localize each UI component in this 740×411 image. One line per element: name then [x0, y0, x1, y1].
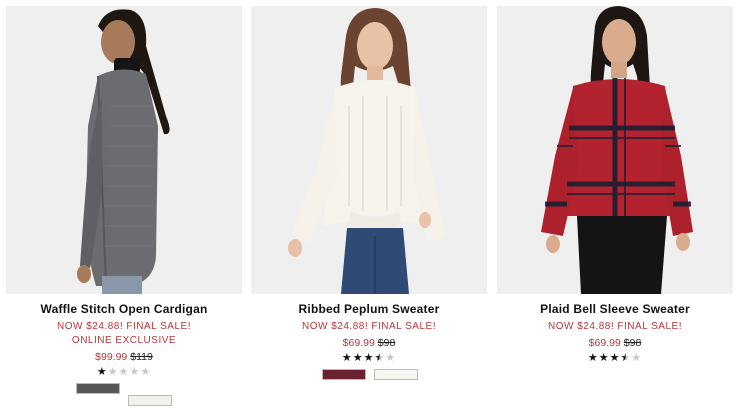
star-rating[interactable]: ★★★★★ — [497, 351, 733, 365]
color-swatch-ivory[interactable] — [128, 395, 172, 406]
star-filled-icon: ★ — [598, 352, 610, 364]
product-card[interactable]: Plaid Bell Sleeve Sweater NOW $24.88! FI… — [497, 6, 733, 365]
star-rating[interactable]: ★★★★★ — [6, 365, 242, 379]
star-empty-icon: ★ — [385, 352, 397, 364]
price: $99.99 $119 — [6, 350, 242, 364]
product-name[interactable]: Plaid Bell Sleeve Sweater — [497, 301, 733, 317]
star-half-icon: ★ — [620, 352, 632, 364]
product-name[interactable]: Ribbed Peplum Sweater — [251, 301, 487, 317]
sale-promo-text: NOW $24.88! FINAL SALE! — [57, 321, 191, 332]
star-filled-icon: ★ — [352, 352, 364, 364]
original-price: $119 — [130, 351, 153, 363]
color-swatches — [251, 365, 487, 405]
product-image[interactable] — [6, 6, 242, 294]
sale-price: $69.99 — [588, 337, 621, 349]
color-swatch-winter-white[interactable] — [374, 369, 418, 380]
star-empty-icon: ★ — [118, 366, 130, 378]
color-swatch-charcoal[interactable] — [76, 383, 120, 394]
star-filled-icon: ★ — [96, 366, 108, 378]
star-filled-icon: ★ — [363, 352, 375, 364]
color-swatches — [6, 379, 242, 411]
sale-promo-text: NOW $24.88! FINAL SALE! — [302, 321, 436, 332]
star-empty-icon: ★ — [129, 366, 141, 378]
star-filled-icon: ★ — [587, 352, 599, 364]
sale-price: $99.99 — [95, 351, 128, 363]
price: $69.99 $98 — [497, 336, 733, 350]
star-half-icon: ★ — [374, 352, 386, 364]
product-card[interactable]: Waffle Stitch Open Cardigan NOW $24.88! … — [6, 6, 242, 411]
original-price: $98 — [377, 337, 396, 349]
star-rating[interactable]: ★★★★★ — [251, 351, 487, 365]
online-exclusive-badge: ONLINE EXCLUSIVE — [71, 335, 177, 346]
star-empty-icon: ★ — [107, 366, 119, 378]
original-price: $98 — [623, 337, 642, 349]
price: $69.99 $98 — [251, 336, 487, 350]
product-card[interactable]: Ribbed Peplum Sweater NOW $24.88! FINAL … — [251, 6, 487, 405]
color-swatch-burgundy[interactable] — [322, 369, 366, 380]
product-name[interactable]: Waffle Stitch Open Cardigan — [6, 301, 242, 317]
star-empty-icon: ★ — [631, 352, 643, 364]
product-image[interactable] — [497, 6, 733, 294]
star-filled-icon: ★ — [341, 352, 353, 364]
sale-promo-text: NOW $24.88! FINAL SALE! — [548, 321, 682, 332]
product-image[interactable] — [251, 6, 487, 294]
sale-price: $69.99 — [342, 337, 375, 349]
star-filled-icon: ★ — [609, 352, 621, 364]
star-empty-icon: ★ — [140, 366, 152, 378]
